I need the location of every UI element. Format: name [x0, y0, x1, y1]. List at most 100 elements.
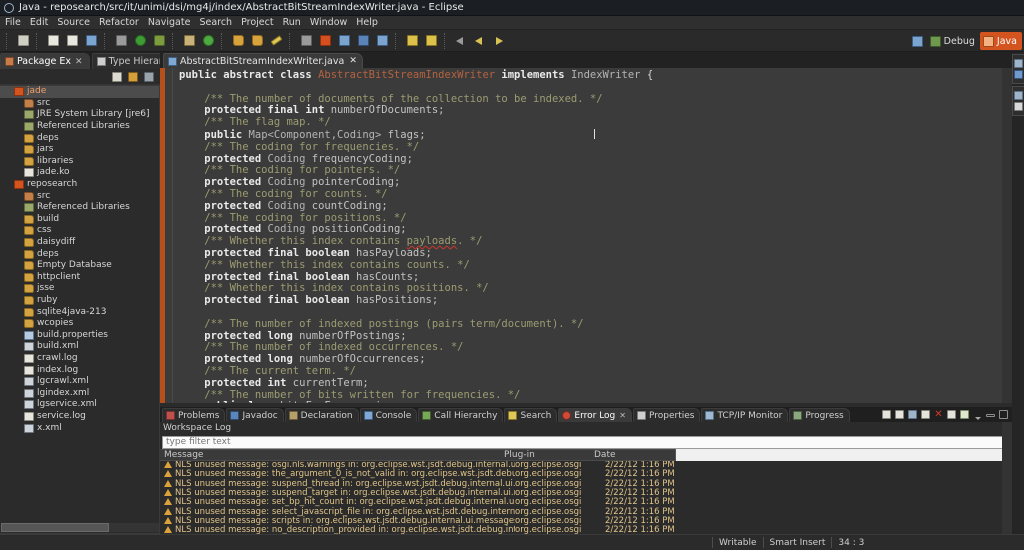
- source-code[interactable]: public abstract class AbstractBitStreamI…: [173, 68, 1012, 407]
- menu-item-source[interactable]: Source: [57, 16, 96, 30]
- editor-tab-abstractbitstreamindexwriter[interactable]: AbstractBitStreamIndexWriter.java ✕: [163, 53, 363, 68]
- view-icon[interactable]: [1014, 102, 1023, 111]
- toolbar-grip[interactable]: [6, 32, 11, 49]
- view-menu-button[interactable]: [142, 70, 156, 84]
- tree-item[interactable]: index.log: [0, 364, 159, 376]
- new-wizard-button[interactable]: [15, 32, 32, 49]
- menu-item-file[interactable]: File: [5, 16, 27, 30]
- column-header-date[interactable]: Date: [590, 450, 675, 460]
- close-icon[interactable]: ✕: [619, 411, 626, 420]
- log-entry-row[interactable]: NLS unused message: the_argument_0_is_no…: [160, 469, 1012, 479]
- close-icon[interactable]: ✕: [349, 56, 357, 66]
- bottom-tab-progress[interactable]: Progress: [789, 408, 850, 422]
- bottom-tab-declaration[interactable]: Declaration: [284, 408, 359, 422]
- open-log-button[interactable]: [920, 409, 932, 421]
- perspective-debug[interactable]: Debug: [927, 32, 980, 50]
- print-button[interactable]: [83, 32, 100, 49]
- toolbar-grip[interactable]: [221, 32, 226, 49]
- tree-item[interactable]: service.log: [0, 411, 159, 423]
- new-java-class-button[interactable]: [200, 32, 217, 49]
- next-annotation-button[interactable]: [336, 32, 353, 49]
- bottom-tab-javadoc[interactable]: Javadoc: [226, 408, 284, 422]
- close-icon[interactable]: ✕: [75, 57, 83, 67]
- restore-log-button[interactable]: [907, 409, 919, 421]
- menu-item-project[interactable]: Project: [241, 16, 280, 30]
- last-edit-location-button[interactable]: [404, 32, 421, 49]
- tree-item[interactable]: wcopies: [0, 318, 159, 330]
- tree-item[interactable]: build.xml: [0, 341, 159, 353]
- log-entry-row[interactable]: NLS unused message: suspend_thread in: o…: [160, 479, 1012, 489]
- tree-item[interactable]: JRE System Library [jre6]: [0, 109, 159, 121]
- toolbar-grip[interactable]: [444, 32, 449, 49]
- toolbar-grip[interactable]: [36, 32, 41, 49]
- menu-item-search[interactable]: Search: [199, 16, 238, 30]
- code-editor[interactable]: public abstract class AbstractBitStreamI…: [160, 68, 1012, 407]
- bottom-tab-errorlog[interactable]: Error Log ✕: [558, 408, 632, 422]
- log-entry-row[interactable]: NLS unused message: suspend_target in: o…: [160, 488, 1012, 498]
- tree-item[interactable]: x.xml: [0, 422, 159, 434]
- log-vertical-scrollbar[interactable]: [1002, 422, 1012, 534]
- tree-item[interactable]: Empty Database: [0, 260, 159, 272]
- tree-item[interactable]: deps: [0, 248, 159, 260]
- menu-item-navigate[interactable]: Navigate: [148, 16, 197, 30]
- minimize-button[interactable]: [985, 409, 997, 421]
- log-entry-row[interactable]: NLS unused message: scripts in: org.ecli…: [160, 516, 1012, 526]
- editor-vertical-scrollbar[interactable]: [1002, 68, 1012, 407]
- import-log-button[interactable]: [894, 409, 906, 421]
- menu-item-refactor[interactable]: Refactor: [99, 16, 145, 30]
- edit-button[interactable]: [268, 32, 285, 49]
- skip-breakpoints-button[interactable]: [113, 32, 130, 49]
- tree-item[interactable]: Referenced Libraries: [0, 202, 159, 214]
- collapse-all-button[interactable]: [110, 70, 124, 84]
- next-edit-button[interactable]: [423, 32, 440, 49]
- minimized-secondary-stack[interactable]: [1012, 86, 1024, 116]
- menu-item-edit[interactable]: Edit: [30, 16, 54, 30]
- tree-item[interactable]: daisydiff: [0, 237, 159, 249]
- back-arrow-button[interactable]: [453, 32, 470, 49]
- tree-item[interactable]: libraries: [0, 156, 159, 168]
- bottom-tab-callhierarchy[interactable]: Call Hierarchy: [418, 408, 504, 422]
- editor-folding-ruler[interactable]: [165, 68, 173, 407]
- restore-icon[interactable]: [1014, 59, 1023, 68]
- toolbar-grip[interactable]: [104, 32, 109, 49]
- forward-button[interactable]: [491, 32, 508, 49]
- activate-log-button[interactable]: [959, 409, 971, 421]
- view-tab-typehierar[interactable]: Type Hierar: [91, 53, 170, 69]
- project-tree[interactable]: jade src JRE System Library [jre6] Referenc…: [0, 85, 160, 534]
- toolbar-grip[interactable]: [395, 32, 400, 49]
- view-tab-packageex[interactable]: Package Ex ✕: [0, 53, 90, 69]
- tree-item[interactable]: build.properties: [0, 329, 159, 341]
- scrollbar-thumb[interactable]: [1, 523, 109, 532]
- menu-item-help[interactable]: Help: [356, 16, 384, 30]
- tree-item[interactable]: lgcrawl.xml: [0, 376, 159, 388]
- tree-item[interactable]: ruby: [0, 295, 159, 307]
- tree-item[interactable]: jars: [0, 144, 159, 156]
- bottom-tab-console[interactable]: Console: [359, 408, 418, 422]
- tree-item[interactable]: Referenced Libraries: [0, 121, 159, 133]
- delete-log-button[interactable]: ✕: [933, 409, 945, 421]
- tree-item[interactable]: deps: [0, 132, 159, 144]
- column-header-message[interactable]: Message: [160, 450, 500, 460]
- view-menu-button[interactable]: [972, 409, 984, 421]
- tree-item[interactable]: lgindex.xml: [0, 387, 159, 399]
- restore-icon[interactable]: [1014, 91, 1023, 100]
- log-entry-row[interactable]: NLS unused message: osgi.nls.warnings in…: [160, 461, 1012, 470]
- open-type-button[interactable]: [230, 32, 247, 49]
- toggle-mark-occurrences-button[interactable]: [374, 32, 391, 49]
- bottom-tab-problems[interactable]: Problems: [162, 408, 226, 422]
- toolbar-grip[interactable]: [289, 32, 294, 49]
- open-perspective-button[interactable]: [909, 33, 926, 50]
- tree-item[interactable]: src: [0, 190, 159, 202]
- tree-item[interactable]: src: [0, 98, 159, 110]
- tree-item[interactable]: lgservice.xml: [0, 399, 159, 411]
- tree-item[interactable]: crawl.log: [0, 353, 159, 365]
- new-java-project-button[interactable]: [181, 32, 198, 49]
- tree-item[interactable]: jade: [0, 86, 159, 98]
- filter-input[interactable]: [162, 435, 1010, 449]
- bottom-tab-properties[interactable]: Properties: [632, 408, 701, 422]
- save-all-button[interactable]: [64, 32, 81, 49]
- export-log-button[interactable]: [881, 409, 893, 421]
- save-button[interactable]: [45, 32, 62, 49]
- tree-item[interactable]: sqlite4java-213: [0, 306, 159, 318]
- tree-horizontal-scrollbar[interactable]: [1, 523, 159, 532]
